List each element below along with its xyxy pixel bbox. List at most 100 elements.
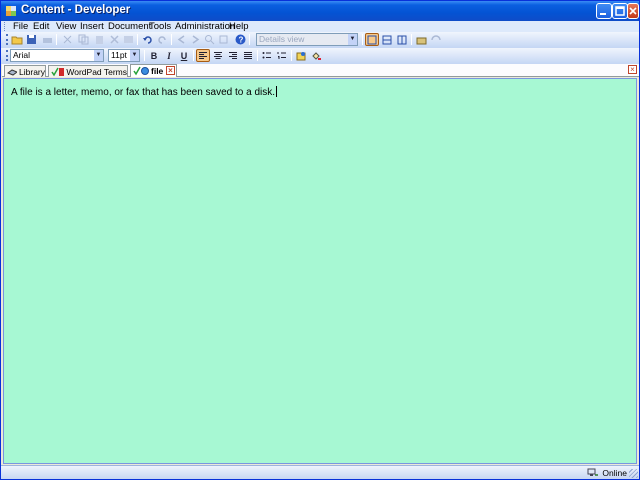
online-status[interactable]: Online — [587, 468, 627, 478]
find-button[interactable] — [202, 33, 216, 46]
standard-toolbar-band: ? Details view ▼ — [1, 32, 639, 48]
italic-button[interactable]: I — [162, 49, 176, 62]
picture-icon — [296, 51, 305, 60]
help-button[interactable]: ? — [233, 33, 247, 46]
align-center-icon — [214, 52, 222, 59]
document-editor[interactable]: A file is a letter, memo, or fax that ha… — [3, 78, 637, 464]
sync-button[interactable] — [429, 33, 443, 46]
layout-horizontal-icon — [382, 35, 392, 44]
chevron-down-icon: ▼ — [94, 50, 103, 61]
bullet-list-button[interactable] — [260, 49, 274, 62]
network-icon — [587, 468, 599, 476]
resize-grip[interactable] — [629, 469, 638, 478]
title-bar[interactable]: Content - Developer — [1, 1, 639, 21]
menu-tools[interactable]: Tools — [149, 21, 171, 32]
maximize-button[interactable] — [612, 3, 628, 19]
font-size-combo[interactable]: 11pt ▼ — [108, 49, 140, 62]
delete-icon — [109, 35, 119, 44]
replace-button[interactable] — [216, 33, 230, 46]
view-combo[interactable]: Details view ▼ — [256, 33, 358, 46]
menu-document[interactable]: Document — [108, 21, 151, 32]
menu-administration[interactable]: Administration — [175, 21, 235, 32]
layout-vertical-icon — [397, 35, 407, 44]
justify-button[interactable] — [241, 49, 255, 62]
font-family-combo[interactable]: Arial ▼ — [10, 49, 104, 62]
print-icon — [42, 38, 52, 43]
tab-library[interactable]: Library — [4, 65, 46, 77]
menu-edit[interactable]: Edit — [33, 21, 49, 32]
align-right-button[interactable] — [226, 49, 240, 62]
cut-button[interactable] — [60, 33, 74, 46]
properties-icon — [123, 36, 133, 43]
close-tab-icon[interactable]: × — [166, 66, 175, 75]
tab-label: Library — [19, 66, 45, 77]
layout-horizontal-button[interactable] — [380, 33, 394, 46]
content-app-icon — [6, 6, 16, 16]
menu-insert[interactable]: Insert — [80, 21, 104, 32]
text-caret — [276, 86, 278, 97]
menu-grip[interactable] — [4, 22, 7, 31]
save-icon — [26, 35, 36, 44]
menu-help[interactable]: Help — [229, 21, 249, 32]
toolbar-separator — [362, 34, 363, 45]
paste-button[interactable] — [92, 33, 106, 46]
forward-button[interactable] — [188, 33, 202, 46]
delete-button[interactable] — [107, 33, 121, 46]
font-family-value: Arial — [13, 50, 31, 60]
undo-icon — [142, 36, 152, 44]
layout-vertical-button[interactable] — [395, 33, 409, 46]
copy-button[interactable] — [76, 33, 90, 46]
underline-button[interactable]: U — [177, 49, 191, 62]
close-document-icon[interactable]: × — [628, 65, 637, 74]
redo-icon — [157, 36, 166, 44]
insert-picture-button[interactable] — [294, 49, 308, 62]
toolbar-grip[interactable] — [6, 50, 9, 61]
minimize-icon — [600, 13, 606, 15]
toolbar-separator — [56, 34, 57, 45]
toolbar-separator — [171, 34, 172, 45]
menu-view[interactable]: View — [56, 21, 76, 32]
redo-button[interactable] — [155, 33, 169, 46]
minimize-button[interactable] — [596, 3, 612, 19]
editor-text-line[interactable]: A file is a letter, memo, or fax that ha… — [11, 86, 278, 98]
properties-button[interactable] — [121, 33, 135, 46]
workspace-icon — [416, 37, 426, 44]
maximize-icon — [615, 6, 625, 16]
standard-toolbar: ? Details view ▼ — [4, 32, 444, 47]
close-button[interactable] — [627, 3, 639, 19]
align-left-button[interactable] — [196, 49, 210, 62]
window-title: Content - Developer — [21, 4, 131, 16]
find-icon — [204, 35, 214, 45]
back-button[interactable] — [174, 33, 188, 46]
align-left-icon — [199, 52, 207, 59]
align-right-icon — [229, 52, 237, 59]
layout-single-icon — [367, 35, 377, 44]
numbered-list-icon — [277, 52, 286, 59]
layout-single-button[interactable] — [365, 33, 379, 46]
paint-bucket-icon — [311, 51, 321, 60]
print-button[interactable] — [40, 33, 54, 46]
undo-button[interactable] — [140, 33, 154, 46]
tab-file[interactable]: file × — [130, 64, 177, 77]
open-button[interactable] — [10, 33, 24, 46]
workspace-button[interactable] — [414, 33, 428, 46]
tab-wordpad-terms[interactable]: WordPad Terms — [48, 65, 128, 77]
save-button[interactable] — [24, 33, 38, 46]
justify-icon — [244, 52, 252, 59]
toolbar-grip[interactable] — [6, 34, 9, 45]
help-icon: ? — [235, 34, 245, 45]
toolbar-separator — [249, 34, 250, 45]
fill-color-button[interactable] — [309, 49, 323, 62]
document-tab-strip: Library WordPad Terms file × × — [2, 64, 639, 77]
online-status-label: Online — [602, 468, 627, 478]
toolbar-separator — [411, 34, 412, 45]
forward-icon — [192, 35, 199, 44]
menu-file[interactable]: File — [13, 21, 28, 32]
align-center-button[interactable] — [211, 49, 225, 62]
bold-button[interactable]: B — [147, 49, 161, 62]
bullet-list-icon — [262, 52, 271, 59]
tab-label: file — [151, 66, 164, 76]
numbered-list-button[interactable] — [275, 49, 289, 62]
format-toolbar: Arial ▼ 11pt ▼ B I U — [4, 48, 324, 63]
font-size-value: 11pt — [111, 50, 127, 60]
